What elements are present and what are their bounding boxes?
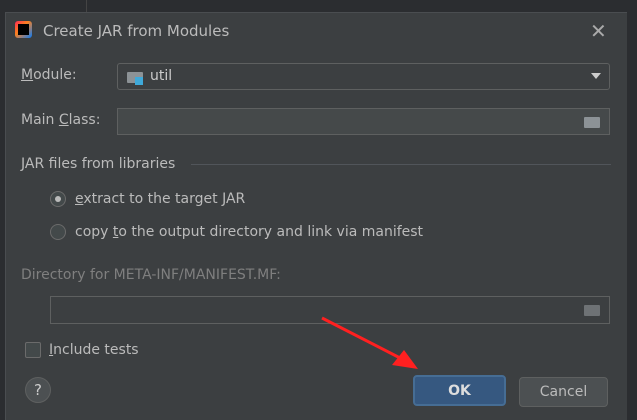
- include-tests-checkbox[interactable]: [25, 342, 41, 358]
- copy-label[interactable]: copy to the output directory and link vi…: [75, 224, 423, 240]
- module-select[interactable]: util: [117, 63, 610, 90]
- browse-folder-icon[interactable]: [584, 117, 600, 128]
- chevron-down-icon: [591, 73, 601, 79]
- browse-folder-icon[interactable]: [584, 305, 600, 316]
- module-label: Module:: [21, 67, 77, 83]
- close-icon[interactable]: ✕: [590, 19, 607, 43]
- ok-button[interactable]: OK: [413, 375, 506, 406]
- dialog-title: Create JAR from Modules: [43, 22, 230, 40]
- copy-radio[interactable]: [50, 224, 66, 240]
- manifest-label: Directory for META-INF/MANIFEST.MF:: [21, 267, 281, 283]
- main-class-label: Main Class:: [21, 112, 101, 128]
- module-value: util: [150, 68, 173, 84]
- libraries-heading: JAR files from libraries: [21, 156, 176, 172]
- annotation-arrow-icon: [321, 316, 418, 369]
- background-divider: [86, 0, 87, 12]
- module-folder-icon: [127, 72, 143, 85]
- main-class-input[interactable]: [117, 108, 610, 135]
- separator: [191, 164, 611, 165]
- cancel-button[interactable]: Cancel: [519, 377, 608, 407]
- intellij-logo-icon: [15, 21, 32, 38]
- create-jar-dialog: Create JAR from Modules ✕ Module: util M…: [5, 12, 627, 420]
- help-button[interactable]: ?: [25, 377, 51, 403]
- extract-label[interactable]: extract to the target JAR: [75, 191, 245, 207]
- include-tests-label[interactable]: Include tests: [49, 342, 139, 358]
- extract-radio[interactable]: [50, 191, 66, 207]
